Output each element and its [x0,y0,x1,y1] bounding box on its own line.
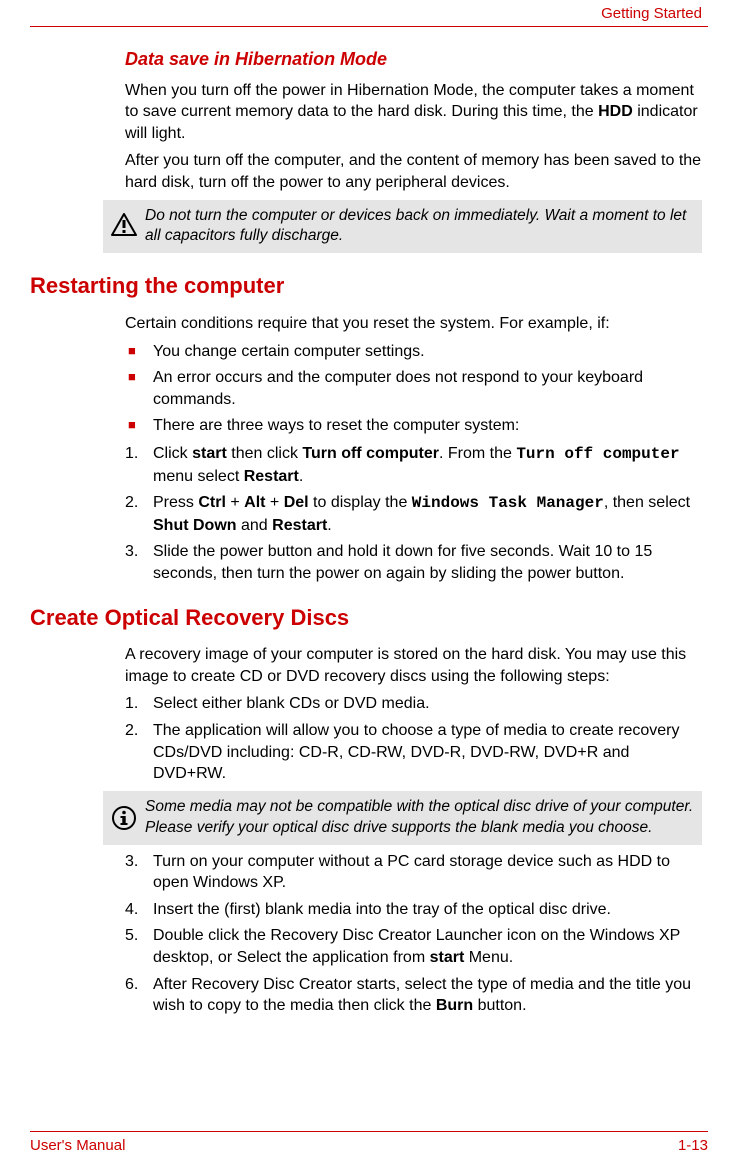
recovery-steps-a: 1. Select either blank CDs or DVD media.… [125,693,702,784]
bold: Turn off computer [302,445,439,462]
text: + [226,494,244,511]
footer-left: User's Manual [30,1136,125,1156]
warning-icon [103,213,145,239]
step-number: 2. [125,720,138,742]
bold: Del [284,494,309,511]
hdd-bold: HDD [598,103,633,120]
mono: Turn off computer [516,445,679,463]
list-item: 1. Click start then click Turn off compu… [125,443,702,487]
text: . [299,468,303,485]
step-number: 5. [125,925,138,947]
text: Turn on your computer without a PC card … [153,853,670,892]
text: Insert the (first) blank media into the … [153,901,611,918]
text: Click [153,445,192,462]
text: , then select [604,494,690,511]
text: Menu. [464,949,513,966]
text: . [327,517,331,534]
text: Press [153,494,198,511]
list-item: 3. Slide the power button and hold it do… [125,541,702,584]
restarting-intro: Certain conditions require that you rese… [125,313,702,335]
footer-right: 1-13 [678,1136,708,1156]
bold: start [192,445,227,462]
text: menu select [153,468,244,485]
info-text: Some media may not be compatible with th… [145,797,696,839]
bold: Alt [244,494,265,511]
text: and [237,517,273,534]
bold: start [430,949,465,966]
hibernation-heading: Data save in Hibernation Mode [125,47,702,71]
list-item: An error occurs and the computer does no… [125,367,702,410]
mono-bold: Turn off computer [516,445,679,463]
text: to display the [309,494,412,511]
header-section-label: Getting Started [30,0,708,24]
footer-rule [30,1131,708,1132]
mono-bold: Windows Task Manager [412,494,604,512]
info-icon [103,806,145,830]
list-item: 5. Double click the Recovery Disc Creato… [125,925,702,968]
text: Slide the power button and hold it down … [153,543,652,582]
text: button. [473,997,526,1014]
warning-callout: Do not turn the computer or devices back… [103,200,702,254]
bold: Restart [244,468,299,485]
restarting-heading: Restarting the computer [30,271,702,301]
warning-text: Do not turn the computer or devices back… [145,206,696,248]
mono: Windows Task Manager [412,494,604,512]
text: After Recovery Disc Creator starts, sele… [153,976,691,1015]
step-number: 3. [125,541,138,563]
hibernation-para-1: When you turn off the power in Hibernati… [125,80,702,145]
text: The application will allow you to choose… [153,722,680,782]
step-number: 1. [125,443,138,465]
info-callout: Some media may not be compatible with th… [103,791,702,845]
bold: Burn [436,997,473,1014]
text: then click [227,445,303,462]
step-number: 3. [125,851,138,873]
list-item: There are three ways to reset the comput… [125,415,702,437]
step-number: 2. [125,492,138,514]
recovery-intro: A recovery image of your computer is sto… [125,644,702,687]
list-item: 2. The application will allow you to cho… [125,720,702,785]
restarting-bullets: You change certain computer settings. An… [125,341,702,437]
list-item: 1. Select either blank CDs or DVD media. [125,693,702,715]
step-number: 1. [125,693,138,715]
list-item: 6. After Recovery Disc Creator starts, s… [125,974,702,1017]
text: . From the [439,445,516,462]
restarting-steps: 1. Click start then click Turn off compu… [125,443,702,585]
text: + [265,494,283,511]
list-item: You change certain computer settings. [125,341,702,363]
list-item: 3. Turn on your computer without a PC ca… [125,851,702,894]
hibernation-para-2: After you turn off the computer, and the… [125,150,702,193]
recovery-steps-b: 3. Turn on your computer without a PC ca… [125,851,702,1017]
text: Select either blank CDs or DVD media. [153,695,430,712]
recovery-heading: Create Optical Recovery Discs [30,603,702,633]
header-rule [30,26,708,27]
list-item: 2. Press Ctrl + Alt + Del to display the… [125,492,702,536]
bold: Shut Down [153,517,237,534]
bold: Ctrl [198,494,226,511]
step-number: 6. [125,974,138,996]
bold: Restart [272,517,327,534]
page-content: Data save in Hibernation Mode When you t… [30,47,708,1017]
text: Double click the Recovery Disc Creator L… [153,927,680,966]
list-item: 4. Insert the (first) blank media into t… [125,899,702,921]
step-number: 4. [125,899,138,921]
page-footer: User's Manual 1-13 [30,1131,708,1156]
